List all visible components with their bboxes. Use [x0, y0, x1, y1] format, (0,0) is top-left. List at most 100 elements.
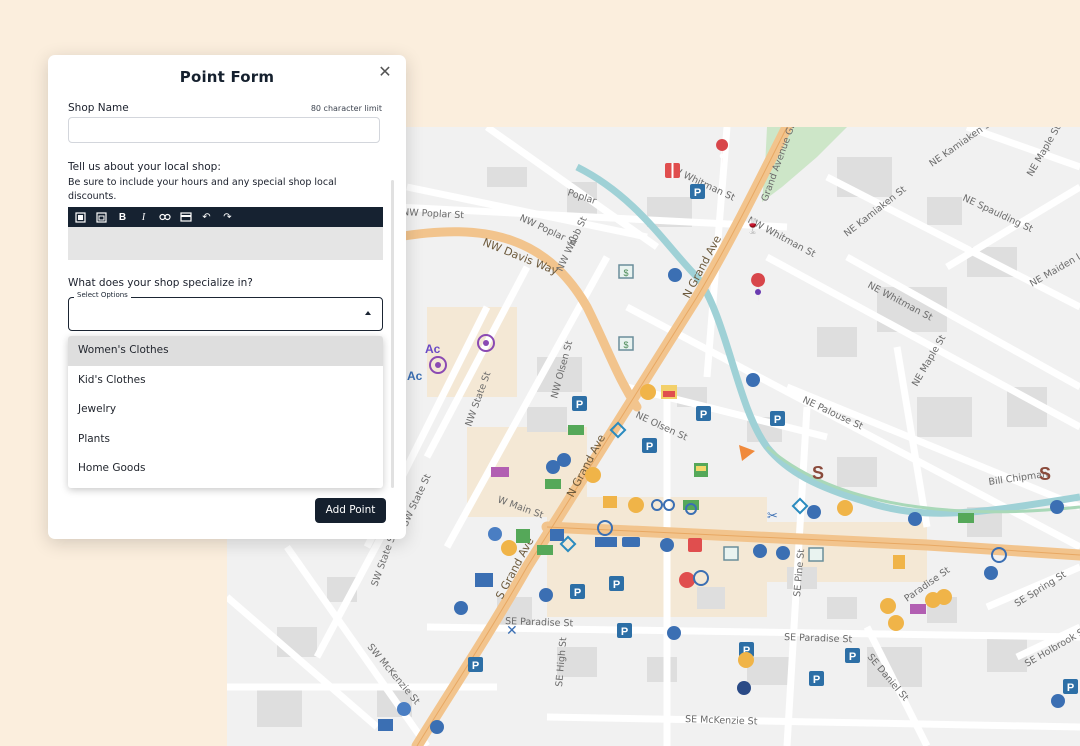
gift-icon — [665, 163, 680, 178]
svg-text:NW Poplar St: NW Poplar St — [402, 207, 465, 221]
wine-glass-icon — [667, 626, 681, 640]
wagon-icon — [550, 529, 564, 541]
close-icon[interactable]: ✕ — [377, 65, 393, 81]
parking-icon: P — [642, 438, 657, 453]
parking-icon: P — [468, 657, 483, 672]
svg-text:Ac: Ac — [407, 369, 423, 383]
palette-icon — [880, 598, 896, 614]
character-limit-hint: 80 character limit — [310, 104, 382, 113]
police-icon — [737, 681, 751, 695]
parking-icon: P — [696, 406, 711, 421]
flower-icon — [397, 702, 411, 716]
link-icon[interactable] — [154, 207, 175, 227]
svg-text:S: S — [812, 463, 824, 483]
options-dropdown: Women's Clothes Kid's Clothes Jewelry Pl… — [68, 336, 383, 488]
svg-text:🍷: 🍷 — [744, 218, 761, 235]
svg-text:P: P — [700, 409, 707, 421]
paste-icon[interactable] — [91, 207, 112, 227]
wine-glass-icon — [668, 268, 682, 282]
redo-icon[interactable]: ↷ — [217, 207, 238, 227]
gas-station-icon — [893, 555, 905, 569]
svg-text:P: P — [849, 651, 856, 663]
bench-icon — [491, 467, 509, 477]
wine-glass-icon — [1051, 694, 1065, 708]
undo-icon[interactable]: ↶ — [196, 207, 217, 227]
option-kids-clothes[interactable]: Kid's Clothes — [68, 366, 383, 396]
palette-icon — [888, 615, 904, 631]
italic-icon[interactable]: I — [133, 207, 154, 227]
money-icon — [537, 545, 553, 555]
wine-glass-icon — [753, 544, 767, 558]
copy-icon[interactable] — [70, 207, 91, 227]
svg-text:✕: ✕ — [506, 622, 518, 638]
svg-text:P: P — [574, 587, 581, 599]
palette-icon — [585, 467, 601, 483]
flower-icon — [488, 527, 502, 541]
house-icon: $ — [618, 264, 634, 279]
add-point-button[interactable]: Add Point — [315, 498, 386, 523]
caret-up-icon[interactable] — [365, 311, 371, 315]
scissors-icon: ✂ — [767, 508, 778, 523]
bold-icon[interactable]: B — [112, 207, 133, 227]
wine-glass-icon — [430, 720, 444, 734]
palette-icon — [837, 500, 853, 516]
parking-icon: P — [609, 576, 624, 591]
svg-text:P: P — [774, 414, 781, 426]
parking-icon: P — [617, 623, 632, 638]
teapot-icon — [679, 572, 695, 588]
dollar-sign-icon: S — [812, 463, 824, 483]
parking-icon: P — [845, 648, 860, 663]
wine-glass-icon — [454, 601, 468, 615]
house-icon: $ — [618, 336, 634, 351]
svg-text:NE Olsen St: NE Olsen St — [634, 410, 690, 444]
commercial-zone — [427, 307, 517, 397]
svg-text:$: $ — [623, 340, 628, 350]
shop-name-input[interactable] — [68, 117, 380, 143]
rich-text-toolbar: B I ↶ ↷ — [68, 207, 383, 227]
parking-icon: P — [1063, 679, 1078, 694]
svg-text:$: $ — [623, 268, 628, 278]
parking-icon: P — [570, 584, 585, 599]
option-plants[interactable]: Plants — [68, 425, 383, 455]
image-icon[interactable] — [175, 207, 196, 227]
money-icon — [568, 425, 584, 435]
svg-text:P: P — [646, 441, 653, 453]
wine-glass-icon — [984, 566, 998, 580]
svg-text:P: P — [576, 399, 583, 411]
svg-text:P: P — [1067, 682, 1074, 694]
house-icon — [723, 546, 739, 561]
description-editor[interactable] — [68, 227, 383, 260]
cart-icon — [603, 496, 617, 508]
parking-icon: P — [809, 671, 824, 686]
select-options-label: Select Options — [74, 291, 131, 299]
palette-icon — [640, 384, 656, 400]
bench-icon — [910, 604, 926, 614]
palette-icon — [628, 497, 644, 513]
form-scrollbar[interactable] — [391, 180, 394, 488]
parking-icon: P — [770, 411, 785, 426]
svg-text:P: P — [694, 187, 701, 199]
option-jewelry[interactable]: Jewelry — [68, 395, 383, 425]
bank-icon — [661, 385, 677, 399]
trophy-icon — [475, 573, 493, 587]
wine-glass-icon — [807, 505, 821, 519]
tools-icon: ✕ — [506, 622, 518, 638]
letters-icon: Ac — [425, 342, 441, 356]
svg-text:Ac: Ac — [425, 342, 441, 356]
store-icon — [694, 463, 708, 477]
dollar-sign-icon: S — [1039, 464, 1051, 484]
wine-glass-icon — [746, 373, 760, 387]
gift-icon — [688, 538, 702, 552]
form-title: Point Form — [179, 68, 275, 86]
option-home-goods[interactable]: Home Goods — [68, 454, 383, 484]
svg-text:✂: ✂ — [767, 508, 778, 523]
specialize-select[interactable] — [68, 297, 383, 331]
location-pin-icon — [751, 273, 766, 303]
wine-glass-icon — [776, 546, 790, 560]
money-icon — [545, 479, 561, 489]
house-icon — [808, 547, 824, 562]
svg-text:NE Spaulding St: NE Spaulding St — [961, 193, 1035, 235]
option-womens-clothes[interactable]: Women's Clothes — [68, 336, 383, 366]
svg-text:P: P — [613, 579, 620, 591]
wine-glass-icon — [539, 588, 553, 602]
